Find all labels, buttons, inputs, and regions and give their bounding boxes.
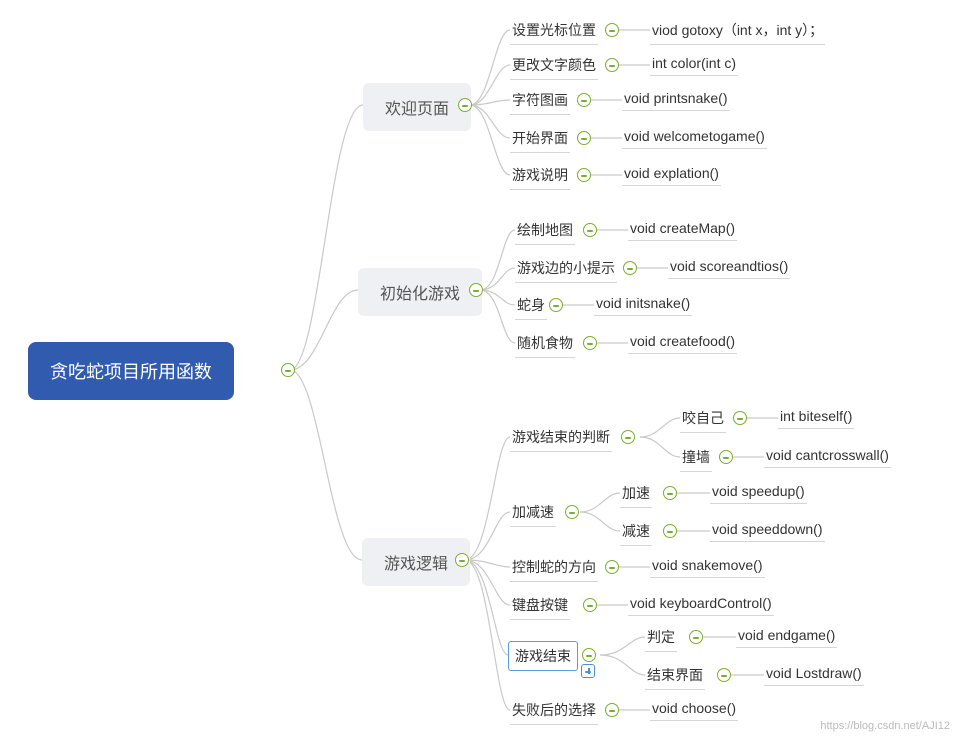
leaf-game-end[interactable]: 游戏结束 — [508, 641, 578, 671]
collapse-icon[interactable] — [717, 668, 731, 682]
leaf-func[interactable]: void Lostdraw() — [764, 663, 864, 686]
collapse-icon[interactable] — [605, 560, 619, 574]
leaf-func[interactable]: void choose() — [650, 698, 738, 721]
leaf-cursor-pos[interactable]: 设置光标位置 — [510, 18, 598, 45]
collapse-icon[interactable] — [605, 58, 619, 72]
leaf-game-over-judge[interactable]: 游戏结束的判断 — [510, 425, 612, 452]
leaf-func[interactable]: void welcometogame() — [622, 126, 767, 149]
leaf-func[interactable]: void endgame() — [736, 625, 837, 648]
leaf-func[interactable]: void keyboardControl() — [628, 593, 774, 616]
collapse-icon[interactable] — [582, 648, 596, 662]
leaf-func[interactable]: int color(int c) — [650, 53, 738, 76]
root-node[interactable]: 贪吃蛇项目所用函数 — [28, 342, 234, 400]
collapse-icon[interactable] — [577, 168, 591, 182]
expand-icon[interactable] — [581, 664, 595, 678]
leaf-hit-wall[interactable]: 撞墙 — [680, 445, 712, 472]
root-label: 贪吃蛇项目所用函数 — [50, 362, 212, 382]
leaf-func[interactable]: void initsnake() — [594, 293, 692, 316]
leaf-draw-map[interactable]: 绘制地图 — [515, 218, 575, 245]
leaf-keyboard[interactable]: 键盘按键 — [510, 593, 570, 620]
leaf-start-screen[interactable]: 开始界面 — [510, 126, 570, 153]
collapse-icon[interactable] — [689, 630, 703, 644]
collapse-icon[interactable] — [605, 23, 619, 37]
collapse-icon[interactable] — [577, 93, 591, 107]
collapse-icon[interactable] — [583, 223, 597, 237]
leaf-speed-up[interactable]: 加速 — [620, 481, 652, 508]
collapse-icon[interactable] — [623, 261, 637, 275]
collapse-icon[interactable] — [733, 411, 747, 425]
leaf-random-food[interactable]: 随机食物 — [515, 331, 575, 358]
collapse-icon[interactable] — [583, 598, 597, 612]
leaf-func[interactable]: viod gotoxy（int x，int y）； — [650, 18, 825, 45]
collapse-icon[interactable] — [621, 430, 635, 444]
collapse-icon[interactable] — [458, 98, 472, 112]
collapse-icon[interactable] — [577, 131, 591, 145]
collapse-icon[interactable] — [549, 298, 563, 312]
watermark: https://blog.csdn.net/AJI12 — [820, 720, 950, 732]
leaf-side-tips[interactable]: 游戏边的小提示 — [515, 256, 617, 283]
branch-label: 初始化游戏 — [380, 286, 460, 303]
collapse-icon[interactable] — [663, 524, 677, 538]
leaf-func[interactable]: void cantcrosswall() — [764, 445, 891, 468]
leaf-func[interactable]: int biteself() — [778, 406, 854, 429]
leaf-func[interactable]: void snakemove() — [650, 555, 765, 578]
leaf-text-color[interactable]: 更改文字颜色 — [510, 53, 598, 80]
leaf-func[interactable]: void speedup() — [710, 481, 807, 504]
leaf-bite-self[interactable]: 咬自己 — [680, 406, 726, 433]
leaf-snake-body[interactable]: 蛇身 — [515, 293, 547, 320]
leaf-end-judge[interactable]: 判定 — [645, 625, 677, 652]
collapse-icon[interactable] — [605, 703, 619, 717]
leaf-end-screen[interactable]: 结束界面 — [645, 663, 705, 690]
leaf-speed[interactable]: 加减速 — [510, 500, 556, 527]
branch-label: 欢迎页面 — [385, 101, 449, 118]
leaf-char-draw[interactable]: 字符图画 — [510, 88, 570, 115]
leaf-func[interactable]: void speeddown() — [710, 519, 825, 542]
collapse-icon[interactable] — [565, 505, 579, 519]
collapse-icon[interactable] — [719, 450, 733, 464]
leaf-func[interactable]: void createMap() — [628, 218, 737, 241]
collapse-icon[interactable] — [663, 486, 677, 500]
leaf-func[interactable]: void createfood() — [628, 331, 737, 354]
branch-init[interactable]: 初始化游戏 — [358, 268, 482, 316]
branch-logic[interactable]: 游戏逻辑 — [362, 538, 470, 586]
leaf-lose-choose[interactable]: 失败后的选择 — [510, 698, 598, 725]
leaf-func[interactable]: void scoreandtios() — [668, 256, 790, 279]
leaf-speed-down[interactable]: 减速 — [620, 519, 652, 546]
leaf-game-desc[interactable]: 游戏说明 — [510, 163, 570, 190]
leaf-control-dir[interactable]: 控制蛇的方向 — [510, 555, 598, 582]
branch-label: 游戏逻辑 — [384, 556, 448, 573]
collapse-icon[interactable] — [469, 283, 483, 297]
collapse-icon[interactable] — [583, 336, 597, 350]
collapse-icon[interactable] — [455, 553, 469, 567]
leaf-func[interactable]: void printsnake() — [622, 88, 730, 111]
leaf-func[interactable]: void explation() — [622, 163, 721, 186]
collapse-icon[interactable] — [281, 363, 295, 377]
branch-welcome[interactable]: 欢迎页面 — [363, 83, 471, 131]
